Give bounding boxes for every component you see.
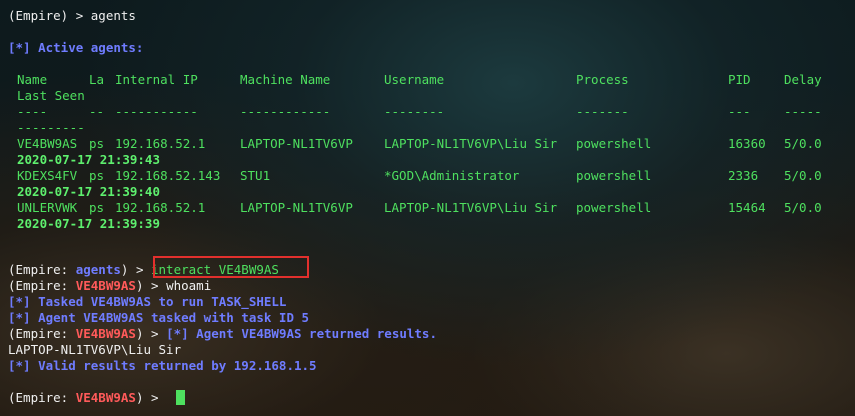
col-header-username: Username [384,72,445,87]
terminal-cursor[interactable] [176,390,185,405]
agent-pid: 16360 [728,136,766,151]
dash-la: -- [89,104,105,119]
command-highlight-box [153,256,309,278]
dash-delay: ----- [784,104,822,119]
prompt-agents-command: (Empire) > agents [8,8,136,23]
dash-machine: ------------ [240,104,331,119]
agent-name: KDEXS4FV [17,168,78,183]
agent-pid: 2336 [728,168,759,183]
agent-context: VE4BW9AS [75,326,136,341]
task-id-message: [*] Agent VE4BW9AS tasked with task ID 5 [8,310,310,325]
agent-pid: 15464 [728,200,766,215]
terminal-window[interactable]: (Empire) > agents [*] Active agents: Nam… [0,0,855,416]
agent-language: ps [89,168,105,183]
col-header-delay: Delay [784,72,822,87]
agent-process: powershell [576,168,652,183]
col-header-pid: PID [728,72,751,87]
agent-context: VE4BW9AS [75,278,136,293]
col-header-process: Process [576,72,629,87]
col-header-internal-ip: Internal IP [115,72,198,87]
agent-machine: LAPTOP-NL1TV6VP [240,136,353,151]
col-header-machine-name: Machine Name [240,72,331,87]
current-prompt[interactable]: (Empire: VE4BW9AS) > [8,390,166,406]
col-header-name: Name [17,72,48,87]
dash-last-seen: --------- [17,120,85,135]
agent-last-seen: 2020-07-17 21:39:40 [17,184,160,199]
dash-pid: --- [728,104,751,119]
agent-process: powershell [576,136,652,151]
active-agents-title: Active agents: [30,40,144,55]
prompt-context: agents [75,262,121,277]
col-header-la: La [89,72,105,87]
tasked-message: [*] Tasked VE4BW9AS to run TASK_SHELL [8,294,287,309]
agent-delay: 5/0.0 [784,168,822,183]
agent-machine: STU1 [240,168,271,183]
returned-message: [*] Agent VE4BW9AS returned results. [166,326,437,341]
whoami-command: whoami [166,278,212,293]
active-agents-header: [*] Active agents: [8,40,143,56]
dash-name: ---- [17,104,48,119]
col-header-last-seen: Last Seen [17,88,85,103]
agent-ip: 192.168.52.143 [115,168,221,183]
dash-internal-ip: ----------- [115,104,198,119]
agent-delay: 5/0.0 [784,136,822,151]
agent-username: LAPTOP-NL1TV6VP\Liu Sir [384,136,558,151]
dash-process: ------- [576,104,629,119]
agent-process: powershell [576,200,652,215]
prompt-results-line: (Empire: VE4BW9AS) > [*] Agent VE4BW9AS … [8,326,437,341]
agent-language: ps [89,136,105,151]
agent-context: VE4BW9AS [75,390,136,405]
agent-ip: 192.168.52.1 [115,200,206,215]
agent-name: UNLERVWK [17,200,78,215]
agent-username: LAPTOP-NL1TV6VP\Liu Sir [384,200,558,215]
agent-last-seen: 2020-07-17 21:39:39 [17,216,160,231]
agent-ip: 192.168.52.1 [115,136,206,151]
valid-results-message: [*] Valid results returned by 192.168.1.… [8,358,317,373]
agent-username: *GOD\Administrator [384,168,520,183]
agent-language: ps [89,200,105,215]
whoami-output: LAPTOP-NL1TV6VP\Liu Sir [8,342,182,357]
agent-last-seen: 2020-07-17 21:39:43 [17,152,160,167]
dash-username: -------- [384,104,445,119]
info-tag: [*] [8,40,31,55]
prompt-whoami-line: (Empire: VE4BW9AS) > whoami [8,278,212,293]
agent-delay: 5/0.0 [784,200,822,215]
agent-name: VE4BW9AS [17,136,78,151]
agent-machine: LAPTOP-NL1TV6VP [240,200,353,215]
